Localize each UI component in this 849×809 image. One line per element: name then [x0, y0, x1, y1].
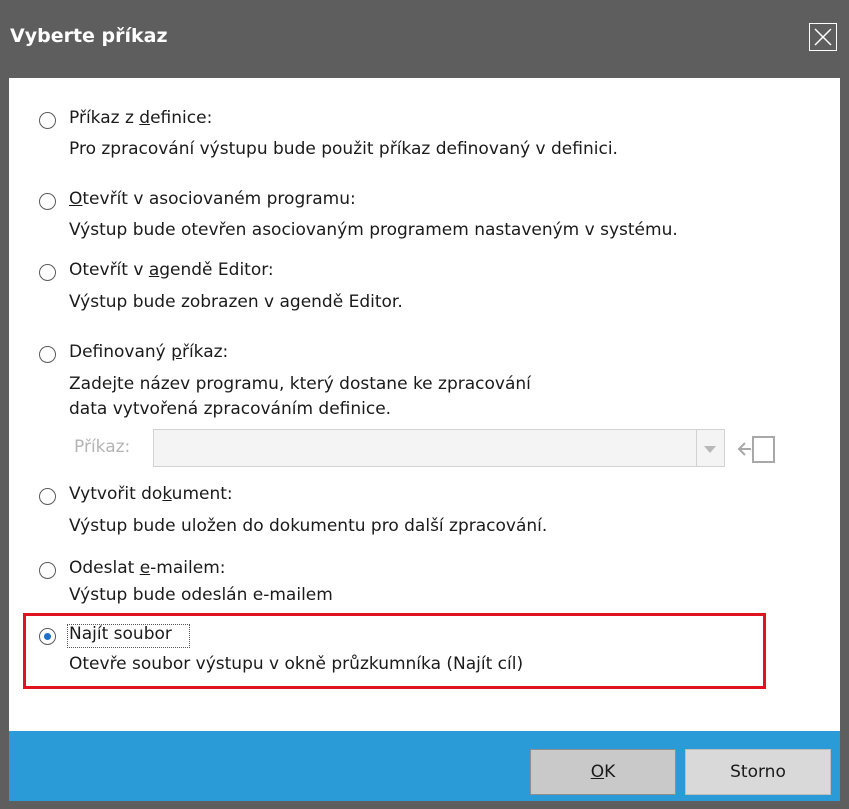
option-label-otevrit-editor[interactable]: Otevřít v agendě Editor:	[69, 260, 274, 280]
command-combobox[interactable]	[153, 429, 697, 467]
ok-button[interactable]: OK	[530, 749, 676, 795]
option-desc-vytvorit-dokument: Výstup bude uložen do dokumentu pro dalš…	[69, 516, 548, 536]
option-desc-otevrit-editor: Výstup bude zobrazen v agendě Editor.	[69, 292, 403, 312]
option-desc-otevrit-asociovany: Výstup bude otevřen asociovaným programe…	[69, 220, 678, 240]
dialog-title: Vyberte příkaz	[10, 25, 168, 47]
radio-definovany-prikaz[interactable]	[39, 346, 56, 363]
option-label-prikaz-z-definice[interactable]: Příkaz z definice:	[69, 108, 212, 128]
browse-file-icon[interactable]	[737, 432, 779, 466]
button-bar: OK Storno	[9, 731, 840, 801]
radio-otevrit-asociovany[interactable]	[39, 193, 56, 210]
title-bar[interactable]: Vyberte příkaz	[0, 0, 849, 78]
radio-najit-soubor[interactable]	[39, 628, 56, 645]
option-desc-definovany-prikaz-2: data vytvořená zpracováním definice.	[69, 399, 392, 419]
option-label-odeslat-emailem[interactable]: Odeslat e-mailem:	[69, 558, 225, 578]
dialog-content: Příkaz z definice: Pro zpracování výstup…	[9, 78, 840, 731]
option-label-najit-soubor[interactable]: Najít soubor	[69, 624, 172, 644]
option-desc-definovany-prikaz-1: Zadejte název programu, který dostane ke…	[69, 374, 531, 394]
chevron-down-icon[interactable]	[697, 429, 725, 467]
option-desc-prikaz-z-definice: Pro zpracování výstupu bude použit příka…	[69, 139, 618, 159]
option-label-vytvorit-dokument[interactable]: Vytvořit dokument:	[69, 484, 233, 504]
radio-otevrit-editor[interactable]	[39, 264, 56, 281]
option-desc-odeslat-emailem: Výstup bude odeslán e-mailem	[69, 585, 333, 605]
dialog: Vyberte příkaz Příkaz z definice: Pro zp…	[0, 0, 849, 809]
option-desc-najit-soubor: Otevře soubor výstupu v okně průzkumníka…	[69, 654, 524, 674]
cancel-button[interactable]: Storno	[685, 749, 831, 795]
command-label: Příkaz:	[74, 437, 131, 457]
radio-odeslat-emailem[interactable]	[39, 562, 56, 579]
close-icon	[814, 28, 832, 46]
option-label-definovany-prikaz[interactable]: Definovaný příkaz:	[69, 342, 228, 362]
close-button[interactable]	[809, 23, 837, 51]
radio-prikaz-z-definice[interactable]	[39, 112, 56, 129]
radio-vytvorit-dokument[interactable]	[39, 488, 56, 505]
option-label-otevrit-asociovany[interactable]: Otevřít v asociovaném programu:	[69, 189, 356, 209]
